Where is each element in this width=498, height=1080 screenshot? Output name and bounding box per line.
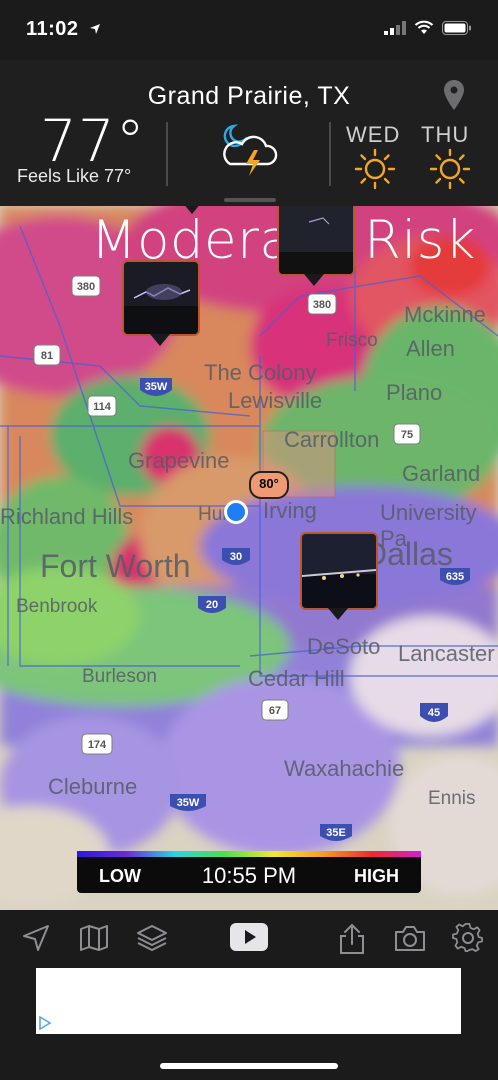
forecast-day: THU <box>421 122 470 147</box>
layers-icon[interactable] <box>136 922 168 954</box>
bottom-toolbar <box>0 910 498 968</box>
map-icon[interactable] <box>78 922 110 954</box>
city-label: Benbrook <box>16 596 98 617</box>
cellular-signal-icon <box>384 20 406 35</box>
storm-photo-marker[interactable] <box>277 206 355 276</box>
city-label: Irving <box>263 498 317 523</box>
city-label: Carrollton <box>284 427 380 452</box>
ad-choices-icon[interactable] <box>38 1016 52 1030</box>
city-label: Allen <box>406 336 455 361</box>
thunderstorm-night-icon <box>223 124 278 176</box>
city-label: The Colony <box>204 360 317 385</box>
city-label: Richland Hills <box>0 504 134 529</box>
ad-banner[interactable] <box>36 968 461 1034</box>
radar-legend: LOW 10:55 PM HIGH <box>77 851 421 893</box>
city-label: Grapevine <box>128 448 230 473</box>
battery-icon <box>442 20 471 35</box>
city-label: Waxahachie <box>284 756 405 781</box>
city-label: Lewisville <box>228 388 323 413</box>
city-label: Fort Worth <box>40 548 191 584</box>
city-label: Mckinne <box>404 302 486 327</box>
marker-pointer <box>304 274 324 286</box>
city-label: Ennis <box>428 788 476 809</box>
storm-photo-marker[interactable] <box>300 532 378 610</box>
radar-map[interactable]: Moderate Risk Mckinne Allen Frisco The C… <box>0 206 498 910</box>
city-label: DeSoto <box>307 634 381 659</box>
divider <box>329 122 331 186</box>
marker-pointer <box>328 608 348 620</box>
home-indicator[interactable] <box>160 1063 338 1069</box>
settings-gear-icon[interactable] <box>452 922 484 954</box>
feels-like: Feels Like 77° <box>17 166 132 186</box>
drawer-handle[interactable] <box>224 198 276 202</box>
city-night-photo <box>302 534 376 608</box>
status-time: 11:02 <box>26 18 101 41</box>
location-pin-icon[interactable] <box>444 80 464 110</box>
share-icon[interactable] <box>337 922 367 956</box>
camera-icon[interactable] <box>393 922 427 954</box>
storm-photo-marker[interactable] <box>122 260 200 336</box>
marker-pointer <box>182 206 202 214</box>
current-temperature: 77° <box>40 107 146 175</box>
temperature-marker[interactable]: 80° <box>249 471 289 499</box>
city-label: Plano <box>386 380 443 405</box>
city-label: Cedar Hill <box>248 666 345 691</box>
location-arrow-icon <box>89 24 100 34</box>
forecast-day: WED <box>346 122 401 147</box>
marker-pointer <box>150 334 170 346</box>
city-label: Garland <box>402 461 481 486</box>
status-bar: 11:02 <box>0 0 498 60</box>
current-location-dot <box>224 500 248 524</box>
play-icon[interactable] <box>229 920 269 954</box>
wifi-icon <box>414 20 434 34</box>
city-label: Frisco <box>326 330 378 351</box>
intensity-gradient <box>77 851 421 857</box>
sun-icon <box>429 148 471 190</box>
lightning-photo <box>124 262 198 334</box>
divider <box>166 122 168 186</box>
sun-icon <box>354 148 396 190</box>
legend-high: HIGH <box>354 866 399 886</box>
city-label: Lancaster <box>398 641 495 666</box>
city-label: Cleburne <box>48 774 138 799</box>
storm-photo <box>279 206 353 274</box>
city-label: Burleson <box>82 666 157 687</box>
weather-header[interactable]: Grand Prairie, TX 77° Feels Like 77° WED… <box>0 60 498 206</box>
navigation-arrow-icon[interactable] <box>20 922 52 954</box>
